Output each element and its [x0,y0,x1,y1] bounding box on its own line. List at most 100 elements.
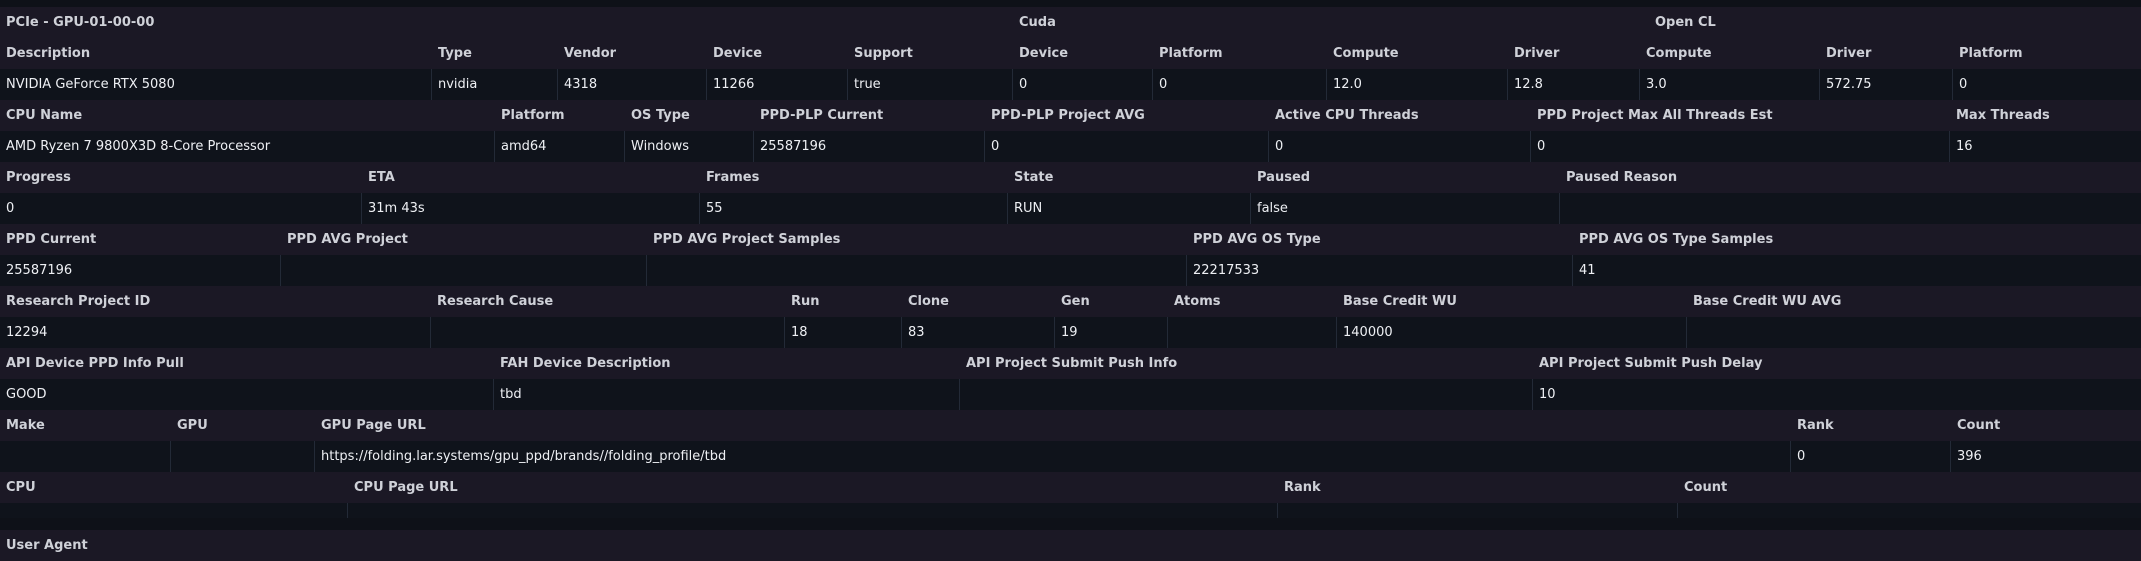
gpu-page-value-row: https://folding.lar.systems/gpu_ppd/bran… [0,441,2141,472]
col-cpu-name: CPU Name [6,108,83,123]
research-value-row: 12294 18 83 19 140000 [0,317,2141,348]
col-support: Support [854,46,913,61]
col-gen: Gen [1061,294,1090,309]
val-fah-device-description: tbd [494,379,960,410]
val-opencl-compute: 3.0 [1640,69,1820,100]
col-ppd-current: PPD Current [6,232,97,247]
val-research-project-id: 12294 [0,317,431,348]
ppd-value-row: 25587196 22217533 41 [0,255,2141,286]
val-cuda-driver: 12.8 [1508,69,1640,100]
val-research-cause [431,317,785,348]
col-cuda-device: Device [1019,46,1069,61]
val-description: NVIDIA GeForce RTX 5080 [0,69,432,100]
col-ppd-plp-project-avg: PPD-PLP Project AVG [991,108,1145,123]
val-gpu-rank: 0 [1791,441,1951,472]
research-header-row: Research Project ID Research Cause Run C… [0,286,2141,317]
val-eta: 31m 43s [362,193,700,224]
val-opencl-driver: 572.75 [1820,69,1953,100]
col-type: Type [438,46,472,61]
col-cpu-rank: Rank [1284,480,1321,495]
col-eta: ETA [368,170,395,185]
opencl-title: Open CL [1655,15,1716,30]
col-opencl-compute: Compute [1646,46,1712,61]
val-cuda-platform: 0 [1153,69,1327,100]
pcie-title: PCIe - GPU-01-00-00 [6,15,155,30]
gpu-page-header-row: Make GPU GPU Page URL Rank Count [0,410,2141,441]
val-paused: false [1251,193,1560,224]
col-opencl-driver: Driver [1826,46,1872,61]
cpu-page-url-link[interactable] [348,503,1278,518]
val-opencl-platform: 0 [1959,77,1968,92]
val-cpu [0,503,348,518]
progress-value-row: 0 31m 43s 55 RUN false [0,193,2141,224]
col-gpu-rank: Rank [1797,418,1834,433]
col-state: State [1014,170,1054,185]
cuda-title: Cuda [1019,15,1056,30]
val-active-cpu-threads: 0 [1269,131,1531,162]
val-gpu [171,441,315,472]
val-vendor: 4318 [558,69,707,100]
val-type: nvidia [432,69,558,100]
col-api-project-submit-push-info: API Project Submit Push Info [966,356,1178,371]
pcie-header-row: Description Type Vendor Device Support D… [0,38,2141,69]
pcie-title-row: PCIe - GPU-01-00-00 Cuda Open CL [0,7,2141,38]
val-os-type: Windows [625,131,754,162]
col-cpu-count: Count [1684,480,1728,495]
val-cuda-compute: 12.0 [1327,69,1508,100]
val-ppd-current: 25587196 [0,255,281,286]
col-vendor: Vendor [564,46,617,61]
col-api-device-ppd-info-pull: API Device PPD Info Pull [6,356,184,371]
col-opencl-platform: Platform [1959,46,2023,61]
val-support: true [848,69,1013,100]
val-device: 11266 [707,69,848,100]
col-run: Run [791,294,820,309]
col-active-cpu-threads: Active CPU Threads [1275,108,1419,123]
col-device: Device [713,46,763,61]
col-ppd-avg-project-samples: PPD AVG Project Samples [653,232,841,247]
val-cpu-count [1678,503,2141,518]
device-info-panel: PCIe - GPU-01-00-00 Cuda Open CL Descrip… [0,7,2141,561]
progress-header-row: Progress ETA Frames State Paused Paused … [0,162,2141,193]
col-paused: Paused [1257,170,1311,185]
col-max-threads: Max Threads [1956,108,2050,123]
col-cpu-page-url: CPU Page URL [354,480,458,495]
val-ppd-avg-project [281,255,647,286]
val-max-threads: 16 [1956,139,1973,154]
ppd-header-row: PPD Current PPD AVG Project PPD AVG Proj… [0,224,2141,255]
col-atoms: Atoms [1174,294,1221,309]
col-base-credit-wu: Base Credit WU [1343,294,1457,309]
val-cpu-name: AMD Ryzen 7 9800X3D 8-Core Processor [0,131,495,162]
cpu-header-row: CPU Name Platform OS Type PPD-PLP Curren… [0,100,2141,131]
col-gpu-page-url: GPU Page URL [321,418,426,433]
gpu-page-url-link[interactable]: https://folding.lar.systems/gpu_ppd/bran… [315,441,1791,472]
val-gen: 19 [1055,317,1168,348]
cpu-page-header-row: CPU CPU Page URL Rank Count [0,472,2141,503]
val-ppd-plp-current: 25587196 [754,131,985,162]
val-paused-reason [1560,193,2141,224]
col-description: Description [6,46,91,61]
col-base-credit-wu-avg: Base Credit WU AVG [1693,294,1842,309]
val-progress: 0 [0,193,362,224]
col-cuda-driver: Driver [1514,46,1560,61]
val-base-credit-wu-avg [1687,317,2141,348]
col-cuda-compute: Compute [1333,46,1399,61]
val-cpu-rank [1278,503,1678,518]
cpu-value-row: AMD Ryzen 7 9800X3D 8-Core Processor amd… [0,131,2141,162]
col-frames: Frames [706,170,760,185]
col-gpu: GPU [177,418,208,433]
cpu-page-value-row [0,503,2141,518]
val-api-device-ppd-info-pull: GOOD [0,379,494,410]
val-ppd-avg-project-samples [647,255,1187,286]
col-cuda-platform: Platform [1159,46,1223,61]
user-agent-header-row: User Agent [0,530,2141,561]
col-ppd-plp-current: PPD-PLP Current [760,108,884,123]
val-clone: 83 [902,317,1055,348]
val-base-credit-wu: 140000 [1337,317,1687,348]
val-run: 18 [785,317,902,348]
col-research-cause: Research Cause [437,294,554,309]
col-ppd-avg-os-type: PPD AVG OS Type [1193,232,1321,247]
col-ppd-project-max: PPD Project Max All Threads Est [1537,108,1773,123]
val-api-project-submit-push-info [960,379,1533,410]
col-make: Make [6,418,45,433]
col-user-agent: User Agent [6,538,88,553]
